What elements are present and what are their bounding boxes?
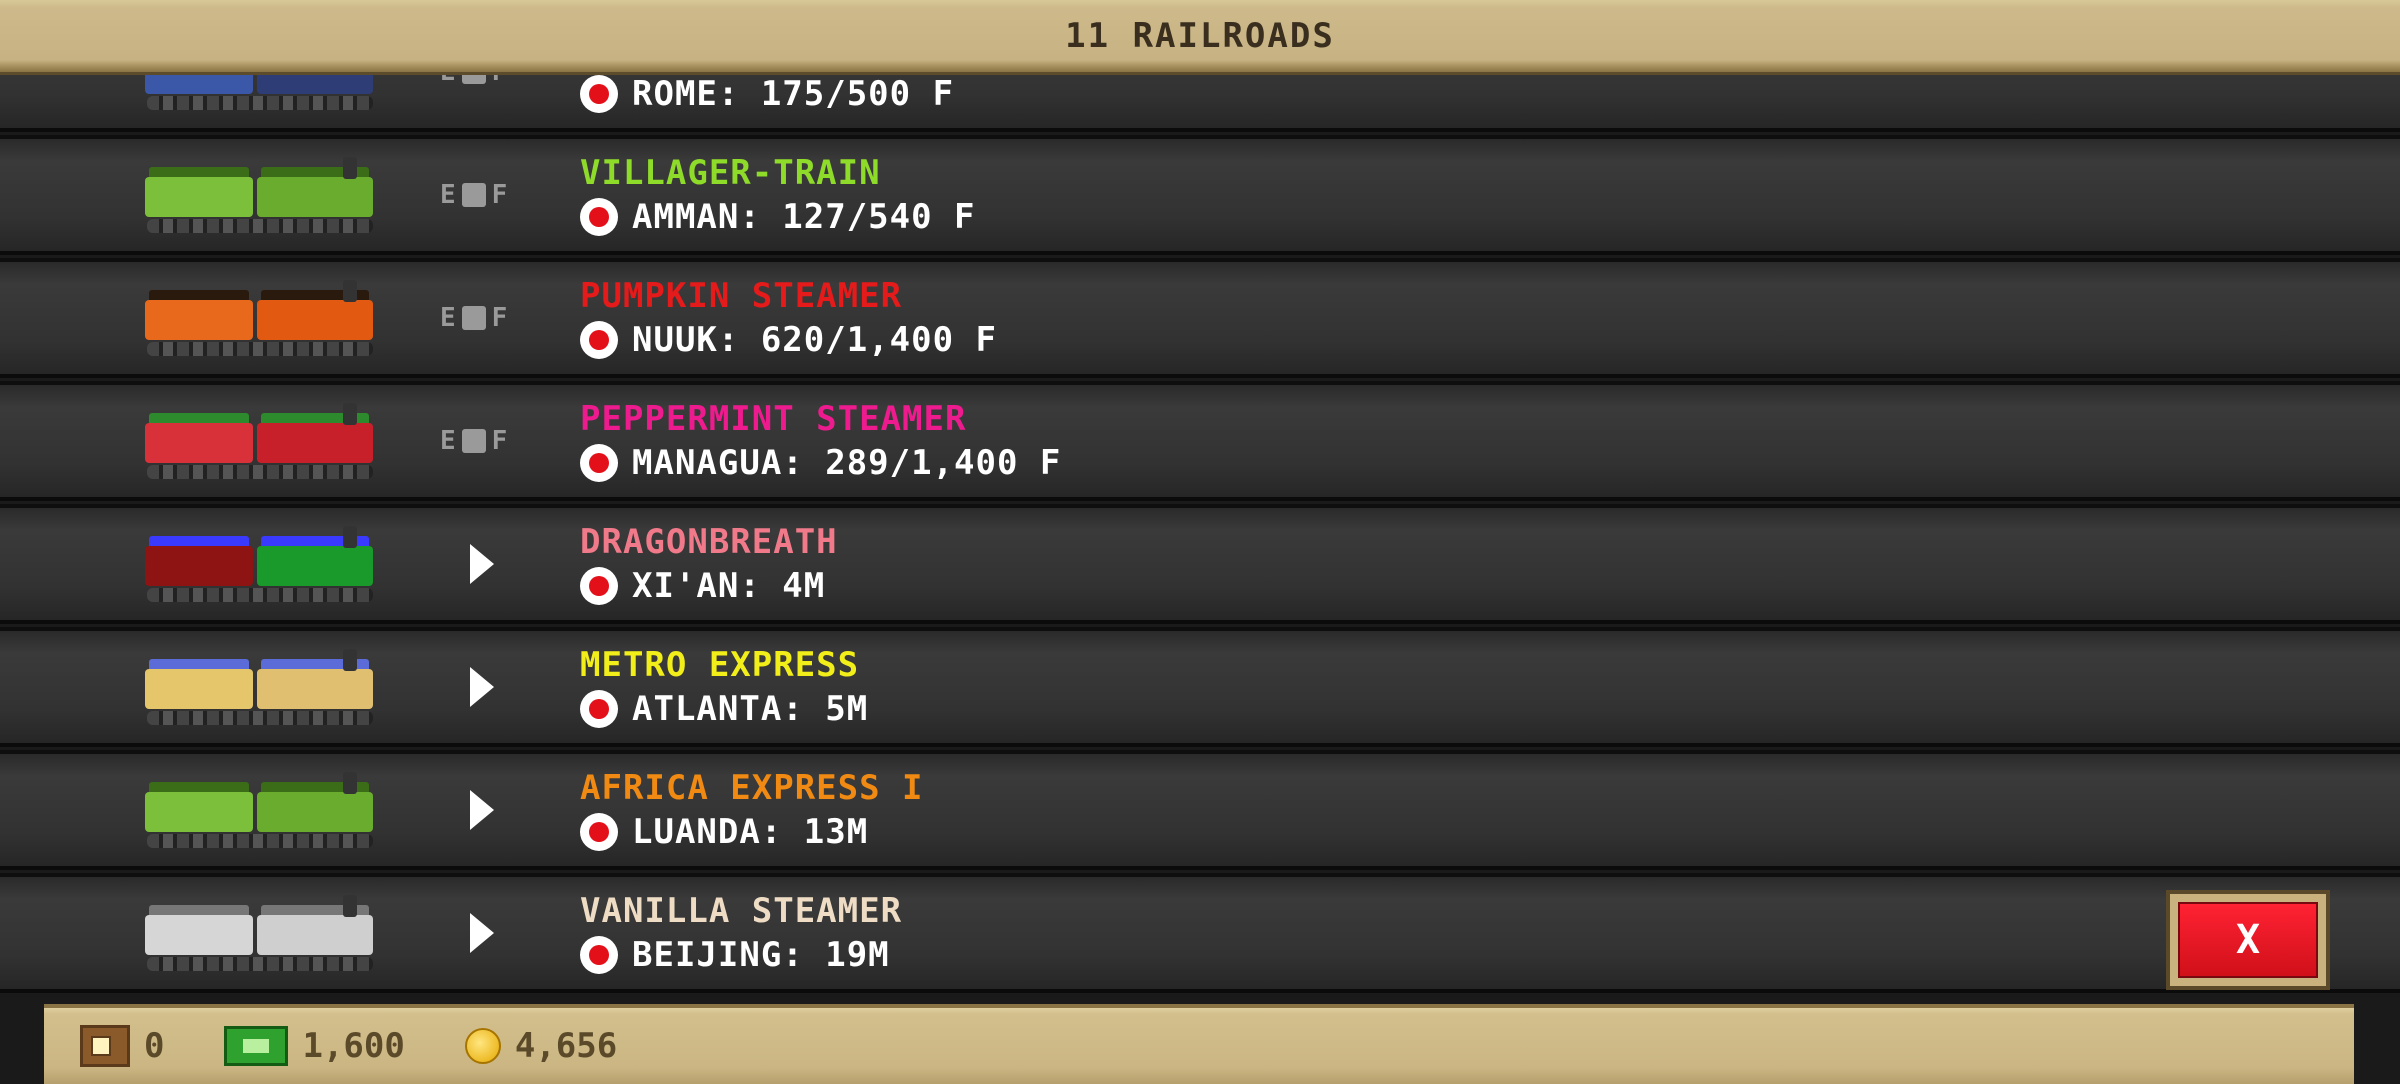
train-icon	[145, 526, 375, 608]
ticket-box-icon	[80, 1025, 130, 1067]
route-detail: MANAGUA: 289/1,400 F	[580, 443, 1061, 483]
fuel-gauge-icon: EF	[440, 180, 508, 210]
route-text: ROME: 175/500 F	[632, 74, 955, 114]
route-text: AMMAN: 127/540 F	[632, 197, 976, 237]
train-name: VILLAGER-TRAIN	[580, 153, 881, 193]
close-button[interactable]: X	[2166, 890, 2330, 990]
route-text: MANAGUA: 289/1,400 F	[632, 443, 1062, 483]
railroad-list: E F ROME: 175/500 F E F VILLAGER-TRAIN AMMAN: …	[0, 0, 2400, 1000]
location-pin-icon	[580, 813, 618, 851]
play-arrow-icon[interactable]	[470, 544, 494, 584]
route-text: BEIJING: 19M	[632, 935, 890, 975]
route-detail: ATLANTA: 5M	[580, 689, 868, 729]
train-icon	[145, 772, 375, 854]
tickets-stat: 0	[80, 1025, 164, 1067]
railroad-row[interactable]: AFRICA EXPRESS I LUANDA: 13M	[0, 750, 2400, 870]
title-bar: 11 RAILROADS	[0, 0, 2400, 72]
fuel-gauge-icon: EF	[440, 303, 508, 333]
location-pin-icon	[580, 75, 618, 113]
route-text: ATLANTA: 5M	[632, 689, 869, 729]
cash-stat: 1,600	[224, 1026, 405, 1066]
railroad-row[interactable]: VANILLA STEAMER BEIJING: 19M	[0, 873, 2400, 993]
route-detail: BEIJING: 19M	[580, 935, 890, 975]
tickets-value: 0	[144, 1026, 165, 1066]
railroad-row[interactable]: E F PUMPKIN STEAMER NUUK: 620/1,400 F	[0, 258, 2400, 378]
location-pin-icon	[580, 198, 618, 236]
coins-stat: 4,656	[464, 1026, 618, 1066]
train-name: DRAGONBREATH	[580, 522, 838, 562]
coin-icon	[464, 1028, 501, 1064]
fuel-gauge-icon: EF	[440, 426, 508, 456]
footer-bar: 0 1,600 4,656	[44, 1004, 2354, 1084]
route-text: NUUK: 620/1,400 F	[632, 320, 997, 360]
cash-icon	[224, 1026, 289, 1066]
route-text: XI'AN: 4M	[632, 566, 826, 606]
coins-value: 4,656	[514, 1026, 618, 1066]
train-icon	[145, 280, 375, 362]
route-detail: NUUK: 620/1,400 F	[580, 320, 997, 360]
location-pin-icon	[580, 444, 618, 482]
location-pin-icon	[580, 321, 618, 359]
train-name: PEPPERMINT STEAMER	[580, 399, 967, 439]
route-detail: AMMAN: 127/540 F	[580, 197, 976, 237]
location-pin-icon	[580, 690, 618, 728]
train-icon	[145, 895, 375, 977]
close-icon[interactable]: X	[2178, 902, 2318, 978]
play-arrow-icon[interactable]	[470, 913, 494, 953]
location-pin-icon	[580, 936, 618, 974]
page-title: 11 RAILROADS	[1065, 16, 1335, 56]
cash-value: 1,600	[302, 1026, 405, 1066]
railroad-row[interactable]: E F PEPPERMINT STEAMER MANAGUA: 289/1,400 F	[0, 381, 2400, 501]
route-text: LUANDA: 13M	[632, 812, 869, 852]
play-arrow-icon[interactable]	[470, 790, 494, 830]
railroad-row[interactable]: DRAGONBREATH XI'AN: 4M	[0, 504, 2400, 624]
train-icon	[145, 649, 375, 731]
play-arrow-icon[interactable]	[470, 667, 494, 707]
route-detail: XI'AN: 4M	[580, 566, 825, 606]
route-detail: ROME: 175/500 F	[580, 74, 954, 114]
railroad-row[interactable]: METRO EXPRESS ATLANTA: 5M	[0, 627, 2400, 747]
train-name: PUMPKIN STEAMER	[580, 276, 903, 316]
location-pin-icon	[580, 567, 618, 605]
train-name: VANILLA STEAMER	[580, 891, 903, 931]
train-icon	[145, 157, 375, 239]
train-name: METRO EXPRESS	[580, 645, 860, 685]
route-detail: LUANDA: 13M	[580, 812, 868, 852]
train-icon	[145, 403, 375, 485]
train-name: AFRICA EXPRESS I	[580, 768, 924, 808]
railroad-row[interactable]: E F VILLAGER-TRAIN AMMAN: 127/540 F	[0, 135, 2400, 255]
